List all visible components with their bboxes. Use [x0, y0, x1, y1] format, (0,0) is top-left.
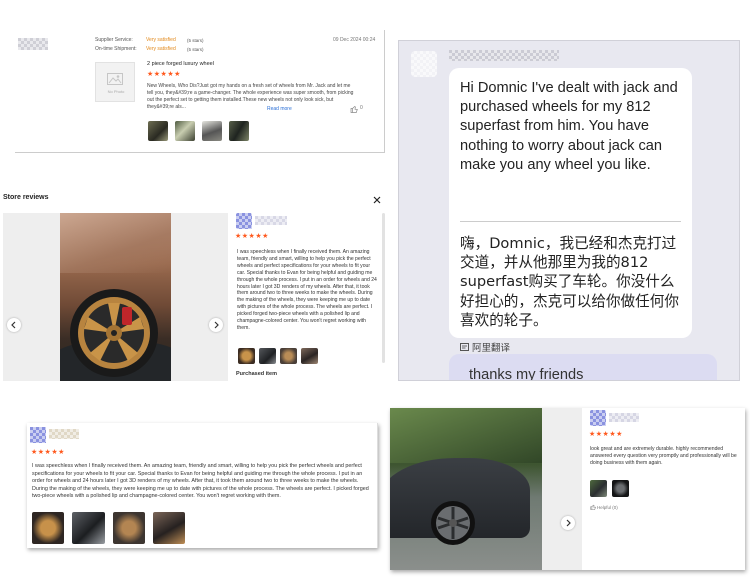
supplier-service-value: Very satisfied	[146, 37, 176, 43]
message-translated-text: 嗨，Domnic，我已经和杰克打过交道，并从他那里为我的812 superfas…	[460, 235, 679, 329]
sender-name-blurred	[449, 50, 559, 61]
review-photo-thumb[interactable]	[590, 480, 607, 497]
translation-divider	[460, 221, 681, 222]
review-photo-thumb[interactable]	[153, 512, 185, 544]
store-reviews-modal: Store reviews ★★★★★ I was speechless whe…	[3, 191, 388, 383]
chevron-right-icon	[214, 321, 219, 329]
review-photo-thumb[interactable]	[202, 121, 222, 141]
reviewer-avatar-blurred	[236, 213, 252, 229]
review-text: look great and are extremely durable. hi…	[590, 446, 737, 466]
gallery-left-area	[3, 213, 60, 381]
reviewer-avatar-blurred	[590, 410, 606, 426]
review-main-photo	[390, 408, 542, 570]
review-text: I was speechless when I finally received…	[32, 463, 369, 500]
review-photo-thumb[interactable]	[612, 480, 629, 497]
no-photo-label: No Photo	[107, 89, 125, 94]
review-card-top: Supplier Service: Very satisfied (5 star…	[15, 30, 385, 153]
reviewer-avatar-blurred	[30, 427, 46, 443]
close-icon[interactable]	[373, 196, 381, 204]
prev-photo-button[interactable]	[7, 318, 21, 332]
review-text: New Wheels, Who Dis?Just got my hands on…	[147, 83, 354, 110]
chevron-left-icon	[11, 321, 16, 329]
review-photo-thumb[interactable]	[32, 512, 64, 544]
chat-window: Hi Domnic I've dealt with jack and purch…	[398, 40, 740, 381]
review-photo-thumb[interactable]	[229, 121, 249, 141]
product-title[interactable]: 2 piece forged luxury wheel	[147, 61, 214, 67]
supplier-service-label: Supplier Service:	[95, 37, 133, 43]
reviewer-name-blurred	[255, 216, 287, 225]
next-message-bubble: thanks my friends	[449, 354, 717, 381]
next-message-text: thanks my friends	[469, 367, 584, 381]
thumbs-up-icon	[590, 504, 596, 510]
rating-stars: ★★★★★	[589, 431, 623, 438]
translate-attribution[interactable]: 阿里翻译	[460, 340, 510, 354]
wheel-graphic	[70, 289, 158, 377]
ontime-shipment-label: On-time Shipment:	[95, 46, 137, 52]
gallery-right-area	[171, 213, 228, 381]
review-photo-thumb[interactable]	[238, 348, 255, 364]
rating-stars: ★★★★★	[235, 233, 269, 240]
translate-label: 阿里翻译	[472, 343, 511, 354]
review-photo-thumb[interactable]	[72, 512, 105, 544]
review-card-bottom-left: ★★★★★ I was speechless when I finally re…	[27, 423, 378, 548]
purchased-item-label: Purchased item	[236, 371, 277, 377]
review-photo-thumb[interactable]	[280, 348, 297, 364]
gallery-right-area	[542, 408, 582, 570]
next-photo-button[interactable]	[209, 318, 223, 332]
scrollbar[interactable]	[382, 213, 385, 363]
message-english-text: Hi Domnic I've dealt with jack and purch…	[460, 80, 678, 173]
reviewer-name-blurred	[609, 413, 639, 422]
supplier-service-stars: (5 stars)	[187, 37, 204, 43]
translate-icon	[460, 343, 469, 351]
like-count: 0	[360, 105, 363, 111]
review-photo-thumb[interactable]	[175, 121, 195, 141]
product-image-placeholder[interactable]: No Photo	[95, 62, 135, 102]
review-card-bottom-right: ★★★★★ look great and are extremely durab…	[390, 408, 745, 570]
rating-stars: ★★★★★	[147, 71, 181, 78]
next-photo-button[interactable]	[561, 516, 575, 530]
message-bubble: Hi Domnic I've dealt with jack and purch…	[449, 68, 692, 354]
review-photo-thumb[interactable]	[301, 348, 318, 364]
helpful-label: Helpful (0)	[597, 505, 618, 510]
review-photo-thumb[interactable]	[259, 348, 276, 364]
wheel-graphic	[431, 501, 475, 545]
sender-avatar-blurred	[411, 51, 437, 77]
reviewer-avatar-blurred	[18, 38, 48, 50]
ontime-shipment-value: Very satisfied	[146, 46, 176, 52]
read-more-link[interactable]: Read more	[267, 106, 292, 112]
review-date: 09 Dec 2024 00:24	[333, 37, 376, 43]
thumbs-up-icon[interactable]	[350, 105, 358, 113]
review-photo-thumb[interactable]	[113, 512, 145, 544]
rating-stars: ★★★★★	[31, 449, 65, 456]
ontime-shipment-stars: (5 stars)	[187, 46, 204, 52]
chevron-right-icon	[566, 519, 571, 527]
image-icon	[107, 73, 123, 85]
review-photo-thumb[interactable]	[148, 121, 168, 141]
helpful-button[interactable]: Helpful (0)	[590, 504, 618, 510]
modal-title: Store reviews	[3, 194, 49, 201]
review-text: I was speechless when I finally received…	[237, 249, 377, 331]
reviewer-name-blurred	[49, 429, 79, 439]
review-main-photo	[60, 213, 171, 381]
